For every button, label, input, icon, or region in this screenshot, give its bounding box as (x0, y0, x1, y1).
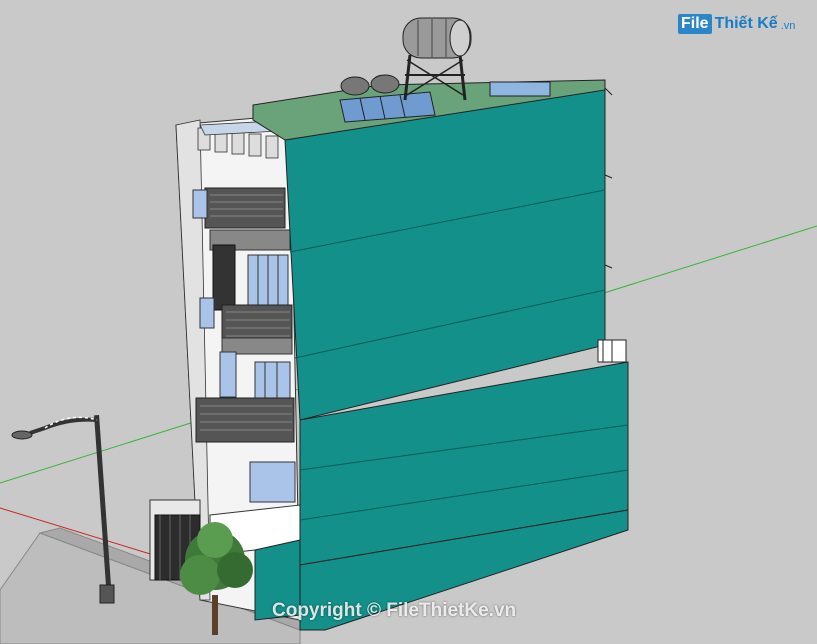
teal-facade (254, 87, 629, 631)
window-ground (249, 461, 296, 503)
balcony-floor-1 (195, 397, 295, 443)
sketchup-viewport (0, 0, 817, 644)
balcony-floor-3 (192, 187, 286, 229)
logo-domain: .vn (780, 20, 796, 32)
filethietke-logo: File Thiết Kế .vn (678, 14, 795, 34)
copyright-watermark: Copyright © FileThietKe.vn (272, 600, 517, 621)
balcony-floor-2 (221, 304, 293, 355)
rear-balcony (597, 339, 627, 363)
solar-panels (339, 74, 436, 123)
logo-text: Thiết Kế (714, 15, 778, 32)
building-model-scene (0, 17, 817, 644)
logo-box: File (678, 14, 712, 34)
